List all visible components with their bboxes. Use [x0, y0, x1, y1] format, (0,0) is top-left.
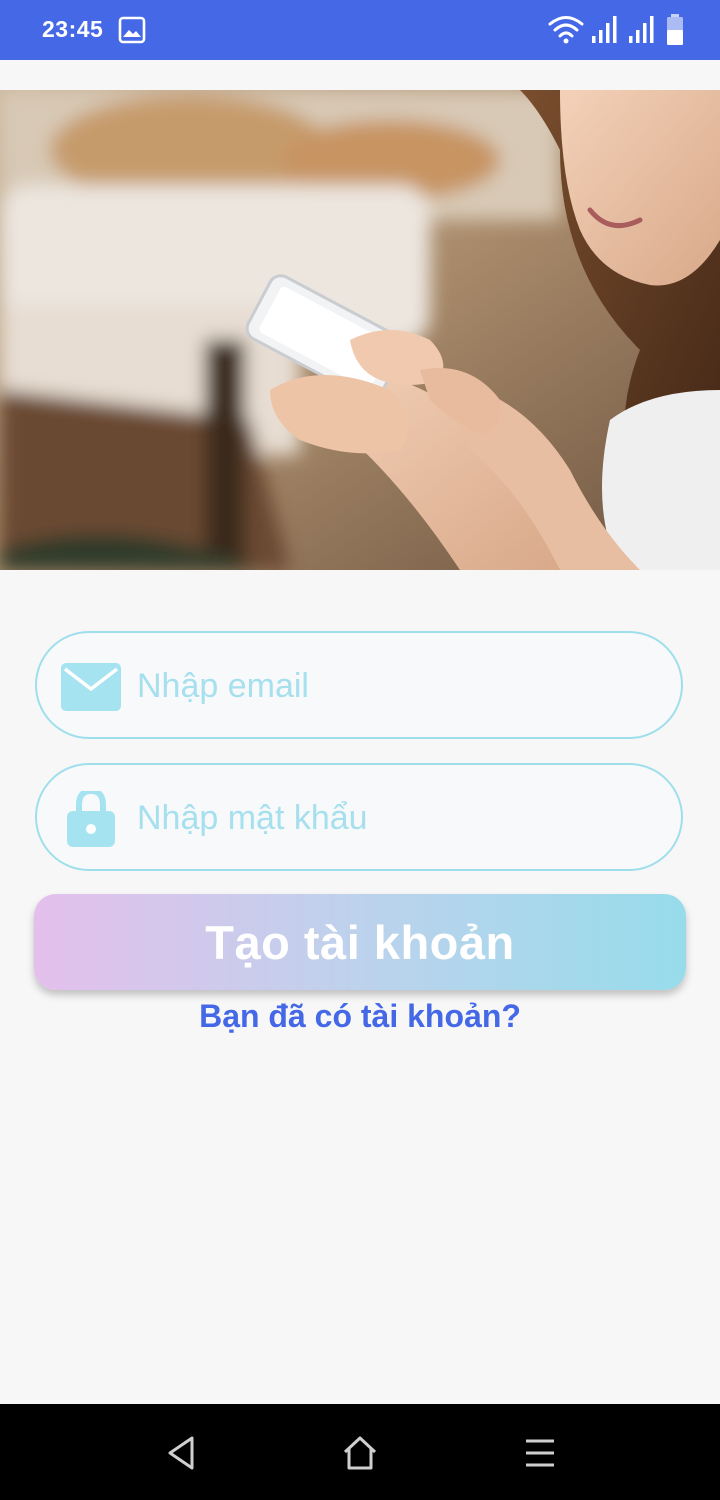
- image-icon: [118, 16, 146, 44]
- create-account-button[interactable]: Tạo tài khoản: [34, 894, 686, 990]
- hero-photo: [0, 90, 720, 570]
- password-input[interactable]: [137, 787, 657, 849]
- email-field-container[interactable]: [35, 631, 683, 739]
- lock-icon: [67, 791, 115, 847]
- menu-icon[interactable]: [522, 1436, 558, 1470]
- home-icon[interactable]: [341, 1434, 379, 1472]
- create-account-label: Tạo tài khoản: [205, 915, 515, 969]
- battery-icon: [667, 14, 683, 45]
- wifi-icon: [548, 16, 584, 44]
- back-icon[interactable]: [164, 1434, 198, 1472]
- password-field-container[interactable]: [35, 763, 683, 871]
- email-input[interactable]: [137, 655, 657, 717]
- signal-icon: [629, 16, 654, 43]
- status-time: 23:45: [42, 16, 104, 42]
- signal-icon: [592, 16, 617, 43]
- status-bar: 23:45: [0, 0, 720, 60]
- navigation-bar: [0, 1404, 720, 1500]
- mail-icon: [61, 663, 121, 711]
- hero-photo-illustration: [0, 90, 720, 570]
- login-link[interactable]: Bạn đã có tài khoản?: [0, 998, 720, 1035]
